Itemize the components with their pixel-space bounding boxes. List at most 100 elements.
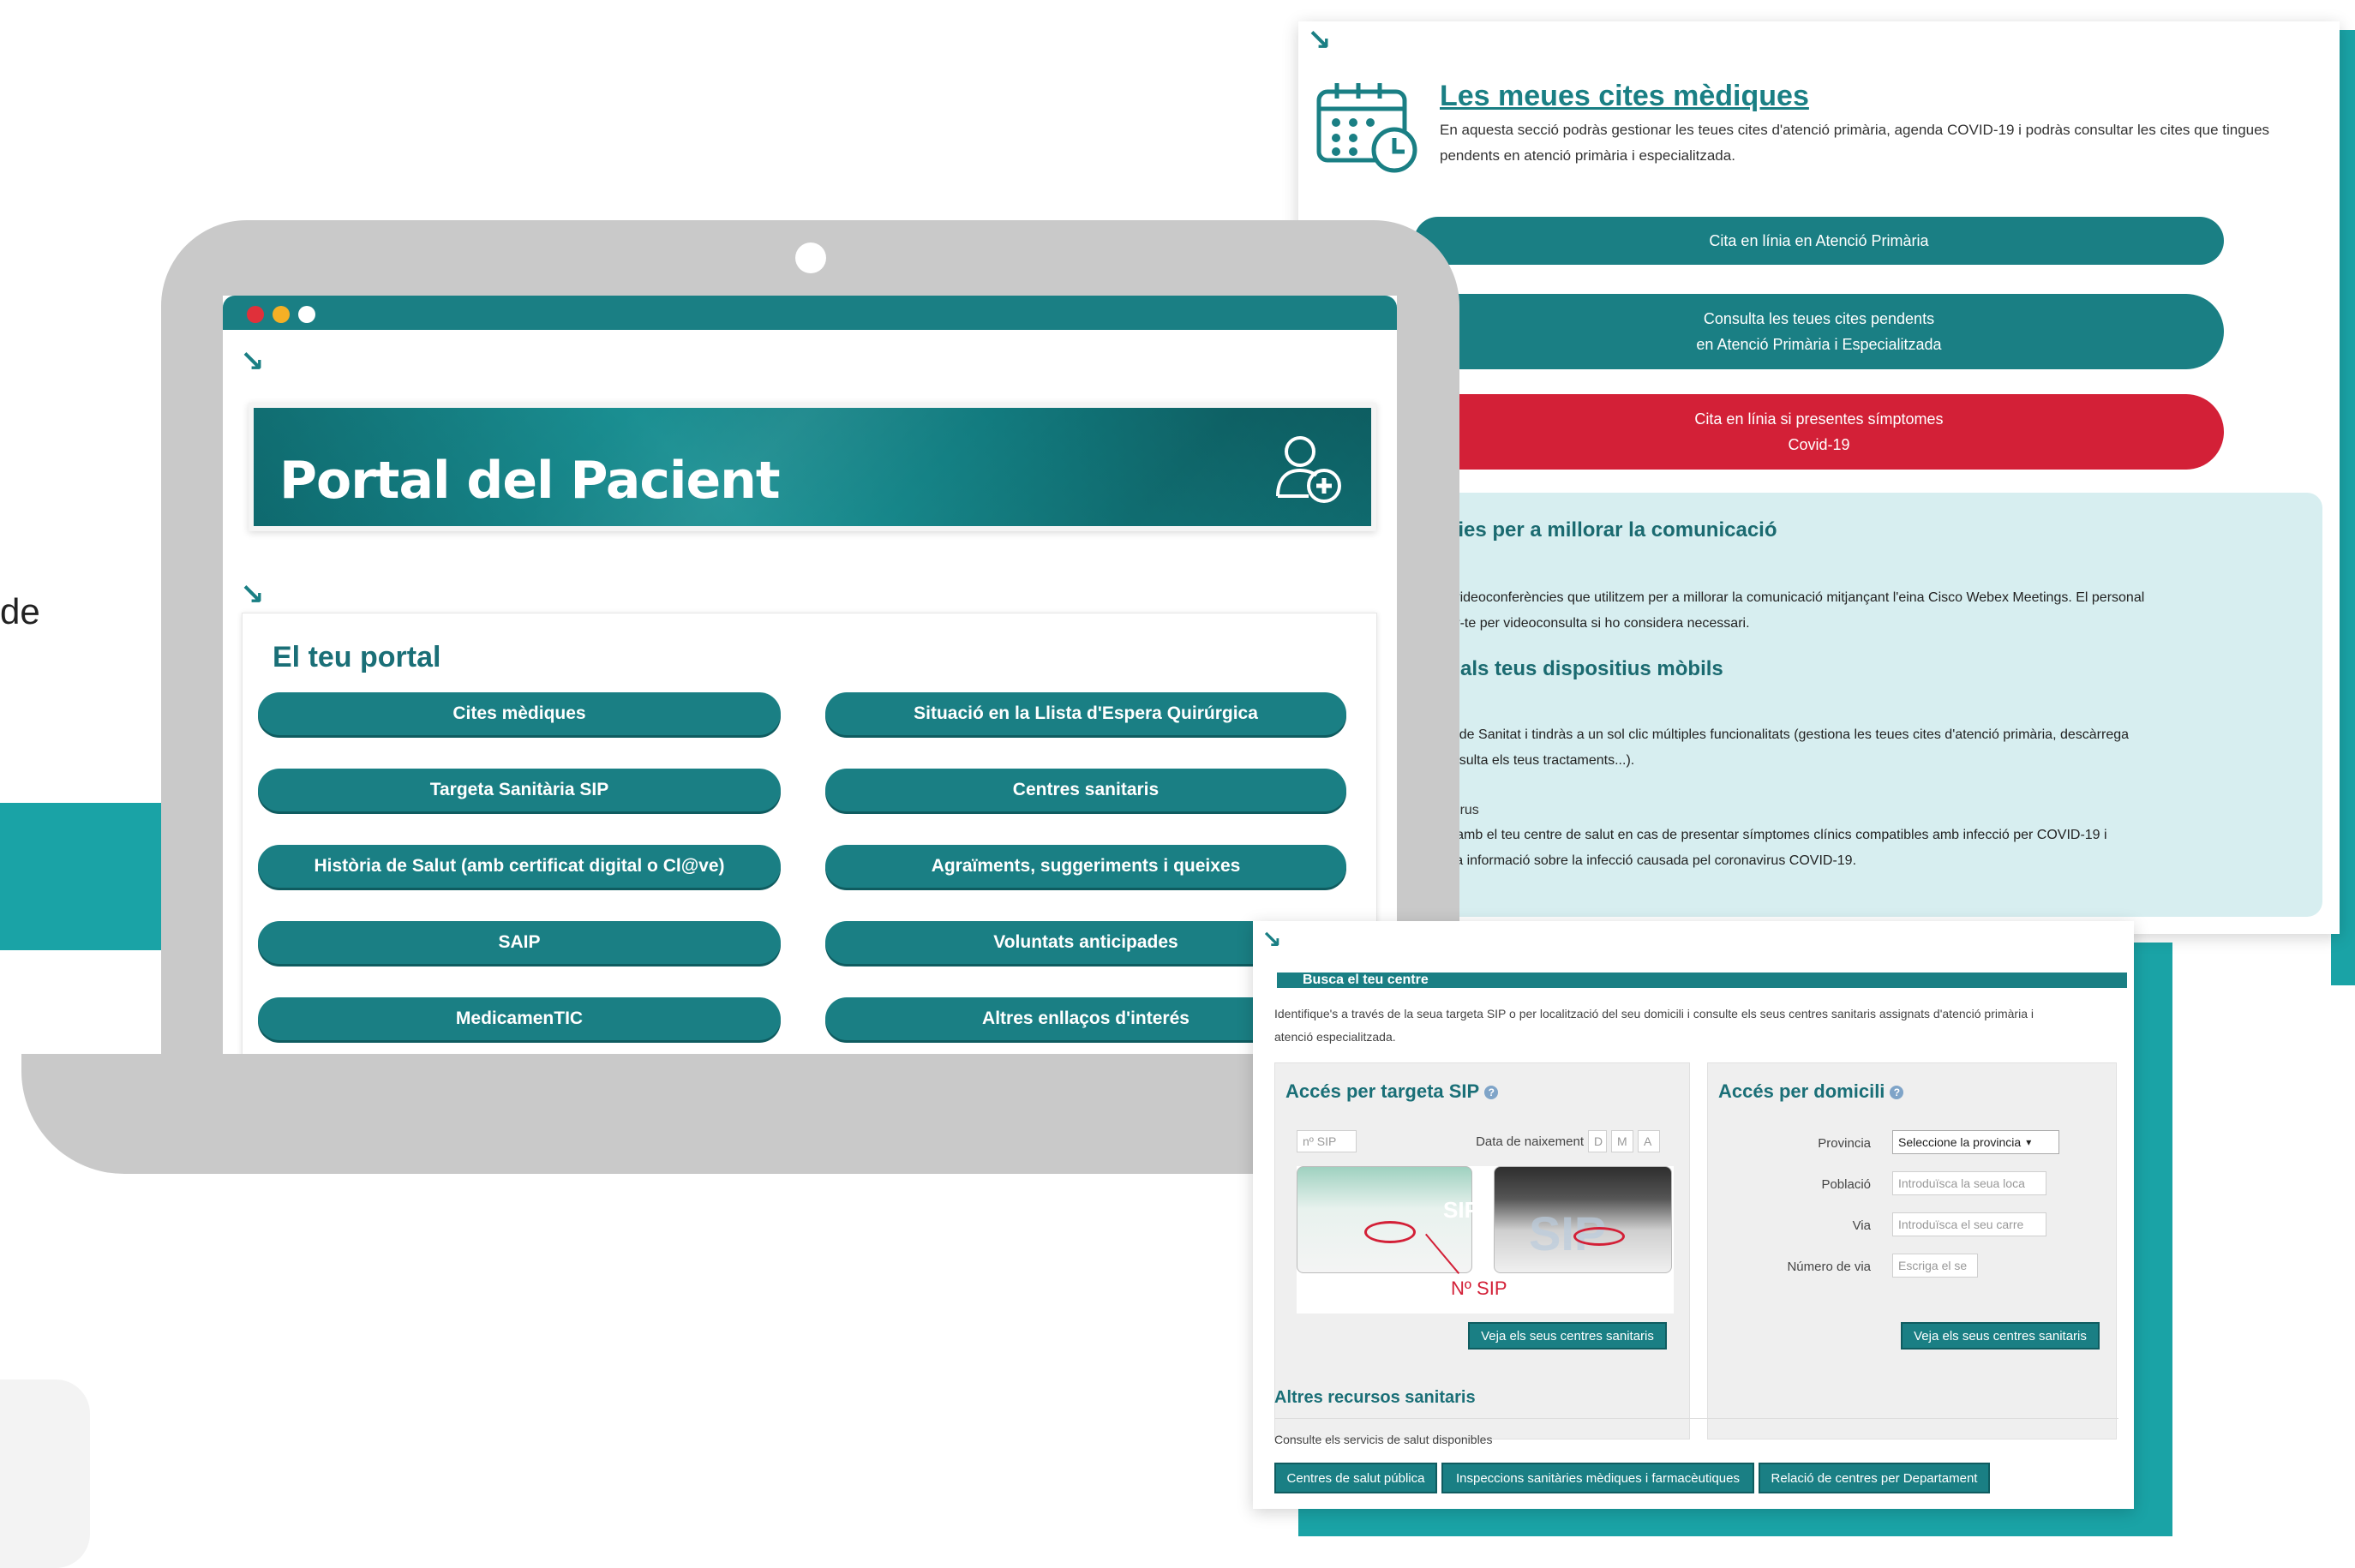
- coronavirus-text-2: àmplia informació sobre la infecció caus…: [1423, 853, 1857, 868]
- corner-arrow-icon: ↘: [1261, 925, 1282, 954]
- medicamentic-label: MedicamenTIC: [455, 1008, 584, 1028]
- llista-espera-button[interactable]: Situació en la Llista d'Espera Quirúrgic…: [825, 692, 1346, 735]
- consulta-cites-label-2: en Atenció Primària i Especialitzada: [1696, 336, 1942, 353]
- busca-description-line-2: atenció especialitzada.: [1274, 1030, 1396, 1044]
- acces-sip-box: Accés per targeta SIP? nº SIP Data de na…: [1274, 1062, 1690, 1439]
- acces-domicili-box: Accés per domicili? Provincia Seleccione…: [1707, 1062, 2117, 1439]
- saip-label: SAIP: [498, 932, 541, 952]
- dispositius-mobils-heading: per als teus dispositius mòbils: [1423, 657, 1723, 680]
- centres-salut-publica-label: Centres de salut pública: [1286, 1470, 1425, 1486]
- saip-button[interactable]: SAIP: [258, 921, 781, 964]
- cites-title[interactable]: Les meues cites mèdiques: [1440, 80, 1809, 113]
- corner-arrow-icon: ↘: [240, 578, 265, 612]
- cita-covid-button[interactable]: Cita en línia si presentes símptomes Cov…: [1414, 394, 2224, 470]
- help-icon[interactable]: ?: [1484, 1086, 1499, 1100]
- sip-number-input[interactable]: nº SIP: [1297, 1130, 1357, 1152]
- consulta-cites-pendents-button[interactable]: Consulta les teues cites pendents en Ate…: [1414, 294, 2224, 369]
- sip-submit-label: Veja els seus centres sanitaris: [1481, 1328, 1654, 1344]
- cita-covid-label-1: Cita en línia si presentes símptomes: [1694, 410, 1944, 428]
- laptop-camera: [795, 242, 826, 273]
- historia-salut-button[interactable]: Història de Salut (amb certificat digita…: [258, 845, 781, 888]
- videoconferencies-text-1: a de videoconferències que utilitzem per…: [1423, 590, 2145, 605]
- domicili-submit-button[interactable]: Veja els seus centres sanitaris: [1901, 1322, 2100, 1350]
- agraiments-button[interactable]: Agraïments, suggeriments i queixes: [825, 845, 1346, 888]
- decorative-teal-frame-busca-bottom: [1298, 1508, 2172, 1536]
- corner-arrow-icon: ↘: [1307, 23, 1332, 57]
- sip-card-gray: SIP: [1494, 1166, 1672, 1273]
- via-label: Via: [1852, 1218, 1871, 1233]
- videoconferencies-heading: ències per a millorar la comunicació: [1423, 518, 1777, 542]
- provincia-select[interactable]: Seleccione la provincia ▾: [1892, 1130, 2059, 1154]
- cites-mediques-button[interactable]: Cites mèdiques: [258, 692, 781, 735]
- laptop-screen: ↘ Portal del Pacient ↘ El teu portal Cit…: [223, 296, 1397, 1054]
- videoconferencies-text-2: à citar-te per videoconsulta si ho consi…: [1423, 616, 1750, 631]
- altres-recursos-divider: [1274, 1418, 2118, 1419]
- birth-year-input[interactable]: A: [1638, 1130, 1660, 1152]
- app-salut-text-1: l'APP de Sanitat i tindràs a un sol clic…: [1423, 727, 2130, 742]
- acces-domicili-title-text: Accés per domicili: [1718, 1080, 1885, 1102]
- browser-titlebar: [223, 296, 1397, 330]
- help-icon[interactable]: ?: [1890, 1086, 1904, 1100]
- altres-recursos-title: Altres recursos sanitaris: [1274, 1388, 1476, 1407]
- busca-header: Busca el teu centre: [1277, 973, 2127, 988]
- cites-description-line-2: pendents en atenció primària i especiali…: [1440, 147, 1735, 164]
- sip-card-highlight: [1364, 1221, 1416, 1243]
- numero-via-label: Número de via: [1787, 1260, 1871, 1274]
- portal-heading: El teu portal: [273, 641, 441, 673]
- provincia-label: Provincia: [1818, 1136, 1871, 1151]
- agraiments-label: Agraïments, suggeriments i queixes: [931, 856, 1241, 876]
- medicamentic-button[interactable]: MedicamenTIC: [258, 997, 781, 1040]
- birth-day-input[interactable]: D: [1588, 1130, 1607, 1152]
- cita-covid-label-2: Covid-19: [1788, 436, 1850, 453]
- acces-sip-title-text: Accés per targeta SIP: [1285, 1080, 1480, 1102]
- llista-espera-label: Situació en la Llista d'Espera Quirúrgic…: [914, 703, 1258, 723]
- numero-via-input[interactable]: Escriga el se: [1892, 1254, 1978, 1278]
- birth-date-label: Data de naixement: [1476, 1134, 1584, 1149]
- acces-domicili-title: Accés per domicili?: [1718, 1080, 1904, 1103]
- busca-panel: ↘ Busca el teu centre Identifique's a tr…: [1253, 921, 2134, 1509]
- minimize-window-dot[interactable]: [273, 306, 290, 323]
- chevron-down-icon: ▾: [2026, 1136, 2032, 1148]
- inspeccions-sanitaries-label: Inspeccions sanitàries mèdiques i farmac…: [1455, 1470, 1740, 1486]
- birth-month-input[interactable]: M: [1611, 1130, 1633, 1152]
- calendar-clock-icon: [1315, 80, 1423, 174]
- sip-submit-button[interactable]: Veja els seus centres sanitaris: [1468, 1322, 1667, 1350]
- centres-salut-publica-button[interactable]: Centres de salut pública: [1274, 1463, 1437, 1493]
- inspeccions-sanitaries-button[interactable]: Inspeccions sanitàries mèdiques i farmac…: [1441, 1463, 1754, 1493]
- stray-text: de: [0, 591, 40, 631]
- centres-sanitaris-button[interactable]: Centres sanitaris: [825, 769, 1346, 811]
- historia-salut-label: Història de Salut (amb certificat digita…: [314, 856, 725, 876]
- altres-enllacos-label: Altres enllaços d'interés: [982, 1008, 1189, 1028]
- voluntats-anticipades-label: Voluntats anticipades: [993, 932, 1178, 952]
- altres-recursos-description: Consulte els servicis de salut disponibl…: [1274, 1433, 1493, 1446]
- poblacio-label: Població: [1821, 1177, 1871, 1192]
- banner-title: Portal del Pacient: [279, 451, 781, 511]
- relacio-centres-button[interactable]: Relació de centres per Departament: [1759, 1463, 1990, 1493]
- acces-sip-title: Accés per targeta SIP?: [1285, 1080, 1499, 1103]
- relacio-centres-label: Relació de centres per Departament: [1771, 1470, 1978, 1486]
- provincia-select-value: Seleccione la provincia: [1898, 1135, 2022, 1149]
- domicili-submit-label: Veja els seus centres sanitaris: [1914, 1328, 2087, 1344]
- cita-atencio-primaria-button[interactable]: Cita en línia en Atenció Primària: [1414, 217, 2224, 265]
- info-box: ències per a millorar la comunicació es …: [1414, 493, 2322, 917]
- poblacio-input[interactable]: Introduïsca la seua loca: [1892, 1171, 2046, 1195]
- cites-description-line-1: En aquesta secció podràs gestionar les t…: [1440, 122, 2270, 138]
- portal-banner: Portal del Pacient: [249, 403, 1376, 531]
- patient-plus-icon: [1269, 429, 1346, 506]
- targeta-sip-label: Targeta Sanitària SIP: [429, 780, 609, 799]
- sip-card-gray-highlight: [1573, 1227, 1625, 1246]
- cita-atencio-primaria-label: Cita en línia en Atenció Primària: [1709, 232, 1929, 249]
- close-window-dot[interactable]: [247, 306, 264, 323]
- sip-cards-image: SIP SIP Nº SIP: [1297, 1166, 1674, 1314]
- decorative-gray-card: [0, 1379, 90, 1568]
- maximize-window-dot[interactable]: [298, 306, 315, 323]
- consulta-cites-label-1: Consulta les teues cites pendents: [1703, 310, 1935, 327]
- via-input[interactable]: Introduïsca el seu carre: [1892, 1212, 2046, 1236]
- targeta-sip-button[interactable]: Targeta Sanitària SIP: [258, 769, 781, 811]
- coronavirus-text-1: r cita amb el teu centre de salut en cas…: [1423, 828, 2107, 842]
- portal-menu: El teu portal Cites mèdiques Situació en…: [242, 613, 1377, 1054]
- sip-card-label: Nº SIP: [1451, 1278, 1507, 1299]
- busca-description-line-1: Identifique's a través de la seua target…: [1274, 1007, 2034, 1020]
- centres-sanitaris-label: Centres sanitaris: [1012, 780, 1160, 799]
- corner-arrow-icon: ↘: [240, 344, 265, 379]
